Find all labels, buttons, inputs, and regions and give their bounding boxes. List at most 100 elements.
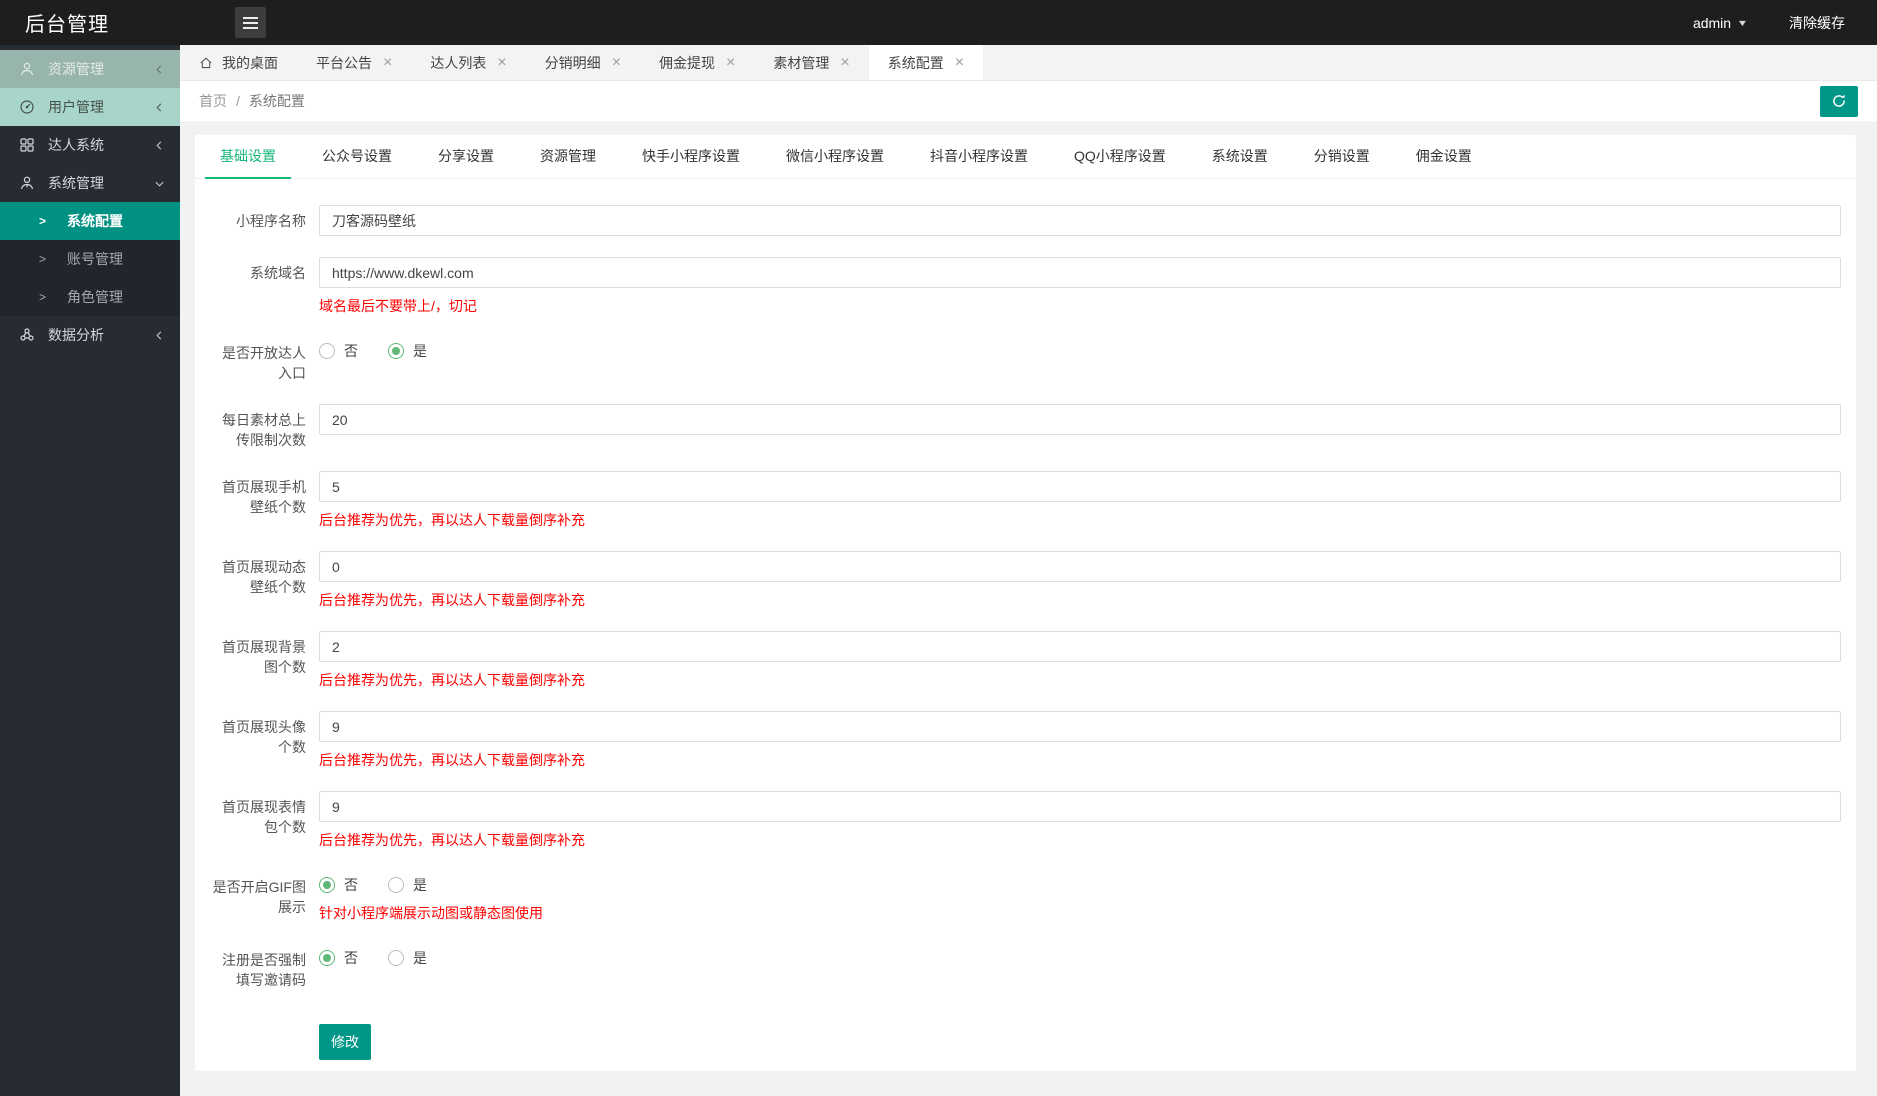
settings-form: 小程序名称系统域名域名最后不要带上/，切记是否开放达人入口否是每日素材总上传限制… (195, 179, 1856, 1060)
tab-talent-list[interactable]: 达人列表 × (411, 45, 525, 80)
home-avatar-count-input[interactable] (319, 711, 1841, 742)
tab-label: 我的桌面 (222, 54, 278, 71)
sidebar-item-resource-manage[interactable]: 资源管理 (0, 50, 180, 88)
tab-system-config[interactable]: 系统配置 × (868, 45, 984, 80)
radio-icon (319, 950, 335, 966)
form-row-open-talent-entry: 是否开放达人入口否是 (210, 337, 1841, 383)
close-icon[interactable]: × (840, 54, 849, 71)
settings-tab-douyin-mini[interactable]: 抖音小程序设置 (915, 135, 1043, 178)
sidebar-subitem-role-manage[interactable]: > 角色管理 (0, 278, 180, 316)
gif-display-radio-1[interactable]: 是 (388, 875, 427, 895)
register-invite-code-radio-1[interactable]: 是 (388, 948, 427, 968)
sidebar-item-data-analysis[interactable]: 数据分析 (0, 316, 180, 354)
daily-upload-limit-input[interactable] (319, 404, 1841, 435)
tab-label: 素材管理 (773, 54, 830, 71)
sidebar-item-label: 用户管理 (48, 99, 104, 115)
tab-material-manage[interactable]: 素材管理 × (754, 45, 868, 80)
sidebar: 资源管理用户管理达人系统系统管理 > 系统配置 > 账号管理 > 角色管理数据分析 (0, 45, 180, 1096)
admin-user-icon (19, 175, 35, 191)
tab-label: 达人列表 (430, 54, 487, 71)
main-area: 我的桌面 平台公告 × 达人列表 × 分销明细 × 佣金提现 × 素材管理 × 系统配置 × 首页 / … (180, 45, 1877, 1096)
breadcrumb-home[interactable]: 首页 (199, 91, 227, 111)
sidebar-menu: 资源管理用户管理达人系统系统管理 > 系统配置 > 账号管理 > 角色管理数据分析 (0, 50, 180, 354)
home-emoji-count-input[interactable] (319, 791, 1841, 822)
register-invite-code-radio-group: 否是 (319, 944, 1841, 968)
settings-tab-share[interactable]: 分享设置 (423, 135, 509, 178)
tab-commission-withdraw[interactable]: 佣金提现 × (640, 45, 754, 80)
settings-tab-official-account[interactable]: 公众号设置 (307, 135, 407, 178)
chevron-left-icon (154, 140, 165, 151)
sidebar-item-talent-system[interactable]: 达人系统 (0, 126, 180, 164)
sidebar-subitem-account-manage[interactable]: > 账号管理 (0, 240, 180, 278)
field-label: 小程序名称 (236, 213, 306, 229)
sidebar-subitem-label: 角色管理 (67, 289, 124, 305)
field-hint: 后台推荐为优先，再以达人下载量倒序补充 (319, 832, 585, 848)
gauge-icon (19, 99, 35, 115)
tab-bar: 我的桌面 平台公告 × 达人列表 × 分销明细 × 佣金提现 × 素材管理 × 系统配置 × (180, 45, 1877, 81)
user-menu[interactable]: admin ▼ (1692, 14, 1748, 31)
radio-label: 是 (413, 343, 427, 359)
sidebar-item-user-manage[interactable]: 用户管理 (0, 88, 180, 126)
settings-tab-label: 佣金设置 (1415, 148, 1472, 164)
tab-label: 平台公告 (316, 54, 372, 71)
field-label: 首页展现表情包个数 (222, 799, 306, 835)
field-label: 是否开放达人入口 (222, 345, 306, 381)
tab-distribution-detail[interactable]: 分销明细 × (526, 45, 640, 80)
sidebar-submenu: > 系统配置 > 账号管理 > 角色管理 (0, 202, 180, 316)
form-row-home-dynamic-wallpaper-count: 首页展现动态壁纸个数后台推荐为优先，再以达人下载量倒序补充 (210, 551, 1841, 610)
home-icon (199, 56, 213, 70)
refresh-button[interactable] (1820, 85, 1858, 117)
home-dynamic-wallpaper-count-input[interactable] (319, 551, 1841, 582)
username: admin (1692, 14, 1732, 31)
close-icon[interactable]: × (383, 54, 392, 71)
sidebar-item-label: 达人系统 (48, 137, 104, 153)
tab-platform-announcement[interactable]: 平台公告 × (297, 45, 411, 80)
open-talent-entry-radio-group: 否是 (319, 337, 1841, 361)
close-icon[interactable]: × (955, 54, 964, 71)
submit-button[interactable]: 修改 (319, 1024, 371, 1060)
close-icon[interactable]: × (726, 54, 735, 71)
settings-tab-wechat-mini[interactable]: 微信小程序设置 (771, 135, 899, 178)
settings-tab-resource[interactable]: 资源管理 (525, 135, 611, 178)
system-domain-input[interactable] (319, 257, 1841, 288)
settings-tab-label: 分销设置 (1313, 148, 1370, 164)
sidebar-item-label: 资源管理 (48, 61, 104, 77)
top-header: 后台管理 admin ▼ 清除缓存 (0, 0, 1877, 45)
sidebar-item-label: 系统管理 (48, 175, 104, 191)
field-label: 首页展现背景图个数 (222, 639, 306, 675)
sidebar-subitem-system-config[interactable]: > 系统配置 (0, 202, 180, 240)
home-phone-wallpaper-count-input[interactable] (319, 471, 1841, 502)
field-label: 首页展现手机壁纸个数 (222, 479, 306, 515)
settings-tab-kuaishou-mini[interactable]: 快手小程序设置 (627, 135, 755, 178)
settings-tab-commission[interactable]: 佣金设置 (1401, 135, 1487, 178)
radio-label: 否 (344, 343, 358, 359)
tab-my-desktop[interactable]: 我的桌面 (180, 45, 297, 80)
form-row-daily-upload-limit: 每日素材总上传限制次数 (210, 404, 1841, 450)
tab-label: 系统配置 (887, 54, 944, 71)
settings-tab-distribution[interactable]: 分销设置 (1299, 135, 1385, 178)
home-background-count-input[interactable] (319, 631, 1841, 662)
arrow-right-icon: > (39, 290, 47, 304)
field-hint: 后台推荐为优先，再以达人下载量倒序补充 (319, 672, 585, 688)
settings-tab-label: 快手小程序设置 (642, 148, 740, 164)
breadcrumb-bar: 首页 / 系统配置 (180, 81, 1877, 121)
register-invite-code-radio-0[interactable]: 否 (319, 948, 358, 968)
mini-program-name-input[interactable] (319, 205, 1841, 236)
settings-tab-system[interactable]: 系统设置 (1197, 135, 1283, 178)
sidebar-item-system-manage[interactable]: 系统管理 (0, 164, 180, 202)
settings-tab-basic[interactable]: 基础设置 (205, 135, 291, 179)
radio-label: 是 (413, 950, 427, 966)
settings-tab-qq-mini[interactable]: QQ小程序设置 (1059, 135, 1181, 178)
app-title: 后台管理 (25, 14, 109, 36)
menu-toggle-button[interactable] (235, 7, 266, 38)
open-talent-entry-radio-0[interactable]: 否 (319, 341, 358, 361)
chevron-down-icon (154, 178, 165, 189)
radio-label: 否 (344, 950, 358, 966)
open-talent-entry-radio-1[interactable]: 是 (388, 341, 427, 361)
settings-tab-label: QQ小程序设置 (1074, 148, 1166, 164)
close-icon[interactable]: × (612, 54, 621, 71)
close-icon[interactable]: × (497, 54, 506, 71)
clear-cache-button[interactable]: 清除缓存 (1789, 13, 1845, 33)
gif-display-radio-0[interactable]: 否 (319, 875, 358, 895)
settings-tab-label: 微信小程序设置 (786, 148, 884, 164)
